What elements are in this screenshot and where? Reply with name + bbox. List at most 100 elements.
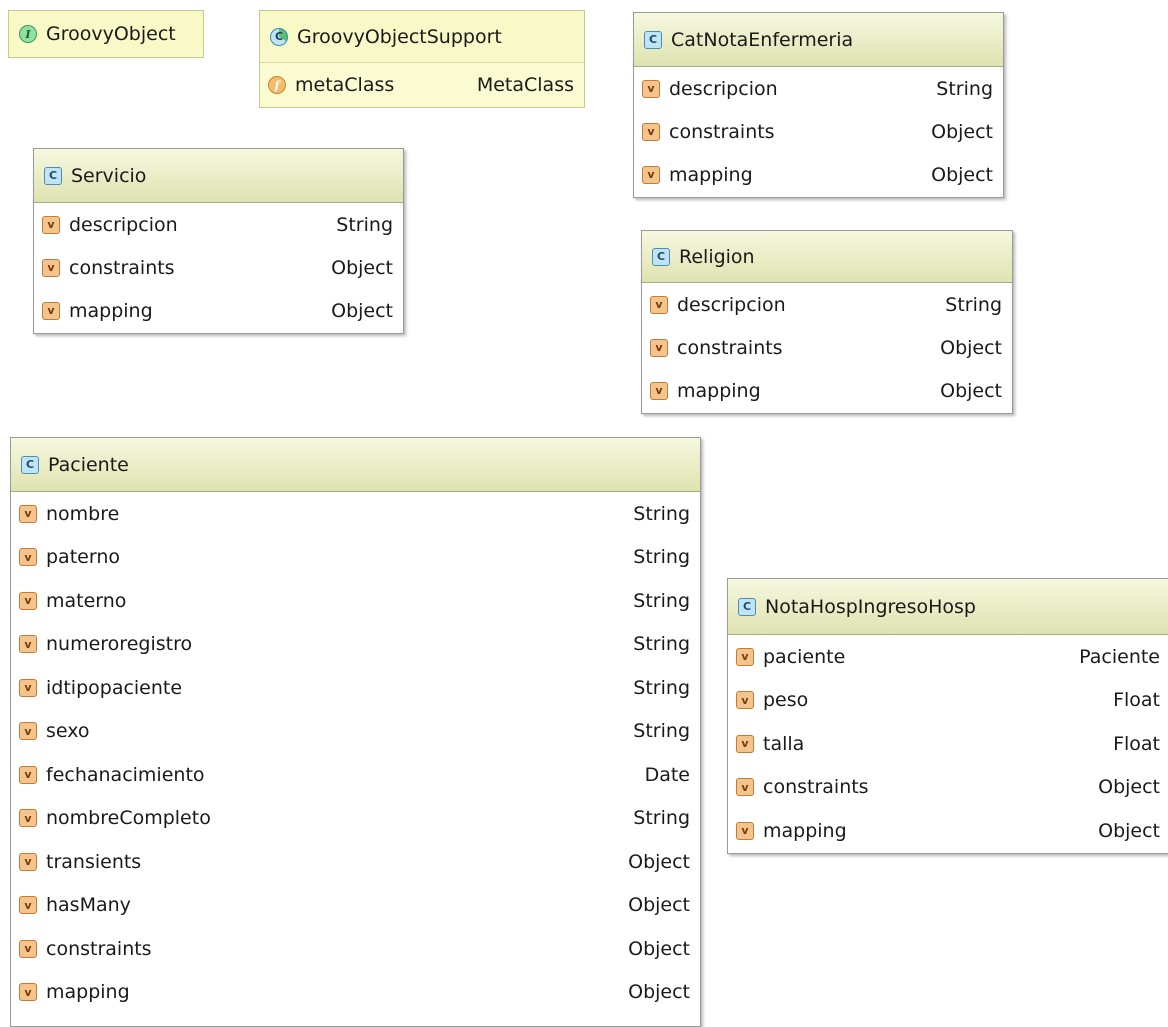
field-name: nombreCompleto: [46, 807, 211, 830]
field-row[interactable]: v descripcion String: [642, 283, 1012, 326]
field-name: constraints: [763, 776, 869, 799]
field-row[interactable]: v mapping Object: [11, 971, 700, 1015]
field-icon: v: [650, 381, 668, 400]
field-icon: v: [650, 338, 668, 357]
servicio-class-box[interactable]: C Servicio v descripcion String v constr…: [33, 148, 404, 334]
field-row[interactable]: v nombre String: [11, 492, 700, 536]
field-type: Object: [331, 299, 393, 322]
field-icon: v: [42, 258, 60, 277]
field-type: Object: [1098, 776, 1160, 799]
field-name: idtipopaciente: [46, 676, 183, 699]
field-row[interactable]: v fechanacimiento Date: [11, 753, 700, 797]
field-name: mapping: [46, 981, 130, 1004]
field-row[interactable]: v constraints Object: [728, 766, 1168, 810]
field-row[interactable]: v idtipopaciente String: [11, 666, 700, 710]
field-row[interactable]: v paterno String: [11, 536, 700, 580]
field-name: talla: [763, 732, 805, 755]
field-name: descripcion: [69, 213, 178, 236]
class-name: Paciente: [48, 453, 129, 476]
field-icon: v: [736, 778, 754, 797]
class-name: GroovyObjectSupport: [297, 25, 502, 48]
field-icon: v: [19, 722, 37, 741]
field-type: Float: [1113, 732, 1160, 755]
field-row[interactable]: v peso Float: [728, 679, 1168, 723]
field-name: numeroregistro: [46, 633, 193, 656]
field-type: String: [633, 589, 690, 612]
field-name: transients: [46, 850, 142, 873]
paciente-class-box[interactable]: C Paciente v nombre String v paterno Str…: [10, 437, 701, 1027]
field-name: materno: [46, 589, 127, 612]
field-row[interactable]: v paciente Paciente: [728, 635, 1168, 679]
field-icon: v: [19, 635, 37, 654]
field-type: String: [633, 502, 690, 525]
field-icon: v: [19, 896, 37, 915]
field-type: String: [936, 77, 993, 100]
field-icon: v: [42, 301, 60, 320]
field-type: Object: [331, 256, 393, 279]
field-name: mapping: [669, 163, 753, 186]
field-row[interactable]: v hasMany Object: [11, 884, 700, 928]
field-row[interactable]: v mapping Object: [34, 289, 403, 332]
field-row[interactable]: v mapping Object: [642, 369, 1012, 412]
groovyobjectsupport-class-box[interactable]: C GroovyObjectSupport f metaClass MetaCl…: [259, 10, 585, 108]
field-row[interactable]: v constraints Object: [34, 246, 403, 289]
field-type: Object: [628, 850, 690, 873]
field-row[interactable]: v sexo String: [11, 710, 700, 754]
field-type: Object: [940, 336, 1002, 359]
field-name: constraints: [669, 120, 775, 143]
field-type: Object: [628, 937, 690, 960]
field-row[interactable]: v numeroregistro String: [11, 623, 700, 667]
field-type: String: [633, 676, 690, 699]
field-row[interactable]: v mapping Object: [728, 809, 1168, 853]
field-type: Paciente: [1079, 645, 1160, 668]
field-type: String: [633, 720, 690, 743]
field-icon: v: [642, 165, 660, 184]
field-row[interactable]: v talla Float: [728, 722, 1168, 766]
field-icon: v: [736, 821, 754, 840]
class-header: C Paciente: [11, 438, 700, 492]
class-header: C Religion: [642, 231, 1012, 283]
field-name: descripcion: [677, 293, 786, 316]
field-icon: v: [19, 504, 37, 523]
field-row[interactable]: v descripcion String: [634, 67, 1003, 110]
field-icon: v: [642, 122, 660, 141]
field-type: String: [633, 546, 690, 569]
field-icon: v: [736, 691, 754, 710]
field-name: constraints: [677, 336, 783, 359]
field-row[interactable]: v constraints Object: [642, 326, 1012, 369]
field-name: sexo: [46, 720, 90, 743]
field-row[interactable]: v mapping Object: [634, 153, 1003, 196]
religion-class-box[interactable]: C Religion v descripcion String v constr…: [641, 230, 1013, 414]
field-row[interactable]: f metaClass MetaClass: [260, 63, 584, 107]
field-name: descripcion: [669, 77, 778, 100]
field-row[interactable]: v constraints Object: [11, 927, 700, 971]
catnotaenfermeria-class-box[interactable]: C CatNotaEnfermeria v descripcion String…: [633, 12, 1004, 198]
field-row[interactable]: v materno String: [11, 579, 700, 623]
field-type: Float: [1113, 689, 1160, 712]
class-header: C NotaHospIngresoHosp: [728, 579, 1168, 635]
field-row[interactable]: v constraints Object: [634, 110, 1003, 153]
field-name: mapping: [677, 379, 761, 402]
field-name: paciente: [763, 645, 846, 668]
field-icon: v: [19, 983, 37, 1002]
field-icon: v: [736, 647, 754, 666]
field-type: Object: [931, 163, 993, 186]
field-type: String: [633, 807, 690, 830]
notahospingresohosp-class-box[interactable]: C NotaHospIngresoHosp v paciente Pacient…: [727, 578, 1168, 854]
class-icon: C: [44, 166, 62, 185]
field-icon: v: [736, 734, 754, 753]
interface-icon: I: [19, 25, 37, 43]
field-row[interactable]: v transients Object: [11, 840, 700, 884]
field-icon: v: [19, 809, 37, 828]
class-header: I GroovyObject: [9, 11, 203, 57]
field-icon: v: [642, 79, 660, 98]
field-type: Object: [940, 379, 1002, 402]
field-icon: v: [19, 591, 37, 610]
field-type: Date: [644, 763, 690, 786]
field-name: constraints: [69, 256, 175, 279]
field-row[interactable]: v descripcion String: [34, 203, 403, 246]
groovyobject-interface-box[interactable]: I GroovyObject: [8, 10, 204, 58]
field-row[interactable]: v nombreCompleto String: [11, 797, 700, 841]
field-type: String: [336, 213, 393, 236]
field-type: String: [633, 633, 690, 656]
